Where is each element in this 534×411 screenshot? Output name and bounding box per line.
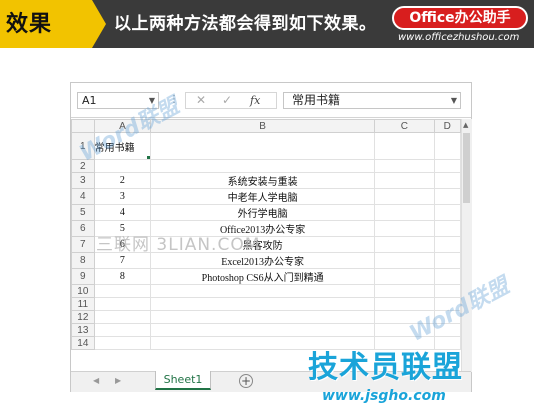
effect-tag: 效果 xyxy=(0,0,92,48)
row-header[interactable]: 5 xyxy=(71,204,95,221)
cell[interactable] xyxy=(150,284,376,298)
cell[interactable] xyxy=(150,323,376,337)
cell[interactable] xyxy=(93,323,152,337)
cell[interactable] xyxy=(374,236,435,253)
cell[interactable] xyxy=(374,268,435,285)
add-sheet-icon[interactable]: + xyxy=(239,374,253,388)
jsgho-url: www.jsgho.com xyxy=(322,388,446,404)
row-header[interactable]: 4 xyxy=(71,188,95,205)
row-header[interactable]: 12 xyxy=(71,310,95,324)
row-header[interactable]: 14 xyxy=(71,336,95,350)
cell[interactable]: 3 xyxy=(93,188,152,205)
table-row: 3 2 系统安装与重装 xyxy=(71,172,461,189)
cell[interactable] xyxy=(374,188,435,205)
row-header[interactable]: 7 xyxy=(71,236,95,253)
cell[interactable] xyxy=(433,132,461,160)
table-row: 4 3 中老年人学电脑 xyxy=(71,188,461,205)
table-row: 10 xyxy=(71,284,461,298)
cell[interactable] xyxy=(374,132,435,160)
name-box-value: A1 xyxy=(82,94,97,107)
effect-tag-label: 效果 xyxy=(6,12,53,37)
expand-formula-icon[interactable]: ▼ xyxy=(451,93,457,108)
cell[interactable] xyxy=(374,159,435,173)
tab-prev-icon[interactable]: ◀ xyxy=(93,376,99,385)
check-icon[interactable]: ✓ xyxy=(222,93,232,108)
banner-caption: 以上两种方法都会得到如下效果。 xyxy=(114,14,377,34)
cell[interactable] xyxy=(150,132,376,160)
cell[interactable]: 中老年人学电脑 xyxy=(150,188,376,205)
table-row: 11 xyxy=(71,297,461,311)
cell[interactable]: 8 xyxy=(93,268,152,285)
column-header-b[interactable]: B xyxy=(150,119,376,133)
sanlian-watermark: 三联网 3LIAN.COM xyxy=(96,235,261,255)
cell[interactable] xyxy=(433,172,461,189)
tab-next-icon[interactable]: ▶ xyxy=(115,376,121,385)
cell[interactable] xyxy=(374,172,435,189)
cell[interactable] xyxy=(93,336,152,350)
cell[interactable]: 4 xyxy=(93,204,152,221)
row-header[interactable]: 10 xyxy=(71,284,95,298)
cell[interactable] xyxy=(93,159,152,173)
cell[interactable] xyxy=(433,236,461,253)
formula-content: 常用书籍 xyxy=(292,93,341,107)
column-header-d[interactable]: D xyxy=(433,119,461,133)
cell[interactable] xyxy=(433,220,461,237)
cell[interactable] xyxy=(150,159,376,173)
cell[interactable] xyxy=(93,310,152,324)
formula-input[interactable]: 常用书籍 ▼ xyxy=(283,92,461,109)
header-banner: 效果 以上两种方法都会得到如下效果。 Office办公助手 www.office… xyxy=(0,0,534,48)
table-row: 9 8 Photoshop CS6从入门到精通 xyxy=(71,268,461,285)
cell[interactable] xyxy=(93,284,152,298)
fill-handle[interactable] xyxy=(146,155,150,159)
tag-arrow-icon xyxy=(92,0,106,48)
row-header[interactable]: 11 xyxy=(71,297,95,311)
insert-function-icon[interactable]: fx xyxy=(250,93,260,108)
table-row: 2 xyxy=(71,159,461,173)
cell[interactable] xyxy=(374,220,435,237)
cell[interactable] xyxy=(433,252,461,269)
row-header[interactable]: 13 xyxy=(71,323,95,337)
row-header[interactable]: 3 xyxy=(71,172,95,189)
cell[interactable] xyxy=(150,310,376,324)
brand-badge: Office办公助手 xyxy=(392,6,528,30)
cell[interactable] xyxy=(433,159,461,173)
column-header-c[interactable]: C xyxy=(374,119,435,133)
cell[interactable]: 外行学电脑 xyxy=(150,204,376,221)
scroll-thumb[interactable] xyxy=(463,133,470,203)
cell[interactable] xyxy=(433,204,461,221)
cell[interactable] xyxy=(433,188,461,205)
table-row: 13 xyxy=(71,323,461,337)
cell[interactable]: 2 xyxy=(93,172,152,189)
cell[interactable] xyxy=(374,284,435,298)
table-row: 12 xyxy=(71,310,461,324)
brand-url: www.officezhushou.com xyxy=(398,32,520,43)
row-header[interactable]: 9 xyxy=(71,268,95,285)
cell[interactable]: 系统安装与重装 xyxy=(150,172,376,189)
vertical-scrollbar[interactable]: ▲ xyxy=(461,119,472,372)
row-header[interactable]: 6 xyxy=(71,220,95,237)
table-row: 5 4 外行学电脑 xyxy=(71,204,461,221)
cancel-icon[interactable]: ✕ xyxy=(196,93,206,108)
cell[interactable] xyxy=(93,297,152,311)
jsgho-logo: 技术员联盟 xyxy=(308,350,463,385)
cell[interactable] xyxy=(150,297,376,311)
scroll-up-icon[interactable]: ▲ xyxy=(463,121,468,129)
cell[interactable] xyxy=(374,204,435,221)
cell[interactable] xyxy=(374,252,435,269)
cell[interactable] xyxy=(433,268,461,285)
row-header[interactable]: 8 xyxy=(71,252,95,269)
formula-actions: ✕ ✓ fx xyxy=(185,92,277,109)
tab-sheet1[interactable]: Sheet1 xyxy=(155,371,211,390)
cell[interactable]: Photoshop CS6从入门到精通 xyxy=(150,268,376,285)
